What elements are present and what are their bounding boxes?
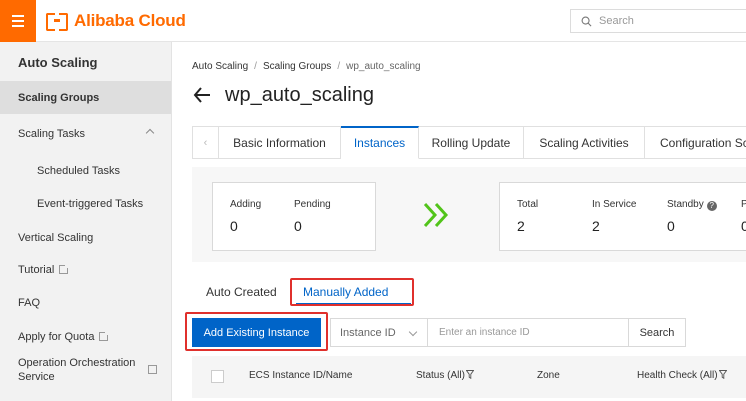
stat-value-total: 2	[517, 218, 525, 234]
chevron-up-icon	[145, 128, 155, 138]
sidebar-item-label: Scheduled Tasks	[37, 164, 120, 177]
column-header-label: Status (All)	[416, 370, 465, 381]
global-search-input[interactable]: Search	[570, 9, 746, 33]
tab-label: Configuration Sc	[660, 135, 746, 150]
sidebar-item-label: Event-triggered Tasks	[37, 197, 144, 210]
instance-stats-panel: Adding 0 Pending 0 Total 2 In Service 2 …	[192, 167, 746, 262]
breadcrumb-current: wp_auto_scaling	[346, 61, 421, 72]
sidebar-item-vertical-scaling[interactable]: Vertical Scaling	[0, 221, 171, 254]
sidebar-title: Auto Scaling	[18, 55, 98, 70]
column-header-status[interactable]: Status (All)	[416, 370, 474, 381]
tab-instances[interactable]: Instances	[341, 126, 419, 159]
sidebar-item-operation-orchestration[interactable]: Operation Orchestration Service	[18, 356, 143, 384]
search-icon	[581, 16, 592, 26]
help-icon[interactable]: ?	[706, 201, 717, 211]
back-arrow-icon[interactable]	[193, 85, 211, 105]
stat-value-truncated: 0	[741, 218, 746, 234]
tab-basic-information[interactable]: Basic Information	[219, 126, 341, 159]
tab-scroll-left-button[interactable]: ‹	[192, 126, 219, 159]
stat-value-in-service: 2	[592, 218, 600, 234]
table-header: ECS Instance ID/Name Status (All) Zone H…	[192, 356, 746, 398]
sidebar-item-scaling-groups[interactable]: Scaling Groups	[0, 81, 171, 114]
stat-group-service: Total 2 In Service 2 Standby? 0 P 0	[499, 182, 746, 251]
breadcrumb-separator: /	[254, 61, 257, 72]
breadcrumb-separator: /	[337, 61, 341, 72]
sidebar-item-scaling-tasks[interactable]: Scaling Tasks	[0, 117, 171, 150]
stat-value-standby: 0	[667, 218, 675, 234]
breadcrumb-auto-scaling[interactable]: Auto Scaling	[192, 61, 248, 72]
filter-icon[interactable]	[718, 370, 727, 379]
select-all-checkbox[interactable]	[211, 370, 224, 383]
tab-label: Basic Information	[233, 135, 326, 150]
column-header-health-check[interactable]: Health Check (All)	[637, 370, 727, 381]
sidebar-item-label: Scaling Tasks	[18, 127, 86, 140]
sidebar-item-label: FAQ	[18, 296, 41, 309]
stat-value-adding: 0	[230, 218, 238, 234]
chevron-down-icon	[408, 327, 418, 337]
sidebar-item-label: Scaling Groups	[18, 91, 100, 104]
stat-label-total: Total	[517, 199, 539, 210]
sidebar-item-event-triggered-tasks[interactable]: Event-triggered Tasks	[0, 187, 171, 220]
top-navbar: Alibaba Cloud Search	[0, 0, 746, 42]
tab-label: Rolling Update	[431, 135, 511, 150]
tab-rolling-update[interactable]: Rolling Update	[419, 126, 524, 159]
stat-label-truncated: P	[741, 199, 746, 210]
sidebar-item-label: Tutorial	[18, 263, 55, 276]
tab-scaling-activities[interactable]: Scaling Activities	[524, 126, 645, 159]
column-header-label: Health Check (All)	[637, 370, 718, 381]
breadcrumb: Auto Scaling / Scaling Groups / wp_auto_…	[192, 61, 421, 72]
column-header-instance: ECS Instance ID/Name	[249, 370, 353, 381]
tab-label: Instances	[353, 136, 406, 150]
external-link-icon	[148, 365, 157, 374]
stat-group-pending: Adding 0 Pending 0	[212, 182, 376, 251]
select-value: Instance ID	[340, 326, 396, 339]
highlight-box-add-instance	[185, 312, 328, 351]
page-title: wp_auto_scaling	[225, 84, 374, 106]
search-field-select[interactable]: Instance ID	[330, 318, 428, 347]
stat-label-standby: Standby?	[667, 199, 717, 211]
stat-value-pending: 0	[294, 218, 302, 234]
brand-logo[interactable]: Alibaba Cloud	[46, 10, 186, 32]
subtab-auto-created[interactable]: Auto Created	[206, 285, 277, 299]
sidebar-item-label: Vertical Scaling	[18, 231, 94, 244]
hamburger-menu-icon[interactable]	[0, 0, 36, 42]
stat-label-pending: Pending	[294, 199, 331, 210]
stat-label-in-service: In Service	[592, 199, 637, 210]
brand-name: Alibaba Cloud	[74, 11, 186, 30]
sidebar-item-faq[interactable]: FAQ	[0, 286, 171, 319]
sidebar-item-scheduled-tasks[interactable]: Scheduled Tasks	[0, 154, 171, 187]
double-chevron-right-icon	[423, 202, 449, 228]
sidebar-item-tutorial[interactable]: Tutorial	[0, 253, 171, 286]
highlight-box-manually-added	[290, 278, 414, 306]
sidebar: Auto Scaling Scaling Groups Scaling Task…	[0, 42, 172, 401]
tab-label: Scaling Activities	[539, 135, 629, 150]
column-header-zone: Zone	[537, 370, 560, 381]
search-button[interactable]: Search	[628, 318, 686, 347]
sidebar-item-apply-for-quota[interactable]: Apply for Quota	[0, 320, 171, 353]
stat-label-standby-text: Standby	[667, 199, 704, 210]
breadcrumb-scaling-groups[interactable]: Scaling Groups	[263, 61, 331, 72]
alibaba-cloud-logo-icon	[46, 13, 68, 31]
tab-configuration[interactable]: Configuration Sc	[645, 126, 746, 159]
external-link-icon	[59, 264, 70, 274]
sidebar-item-label: Operation Orchestration Service	[18, 357, 136, 383]
external-link-icon	[99, 331, 110, 341]
filter-icon[interactable]	[465, 370, 474, 379]
instance-id-input[interactable]: Enter an instance ID	[427, 318, 629, 347]
search-placeholder: Search	[599, 15, 634, 27]
stat-label-adding: Adding	[230, 199, 262, 210]
tab-bar: ‹ Basic Information Instances Rolling Up…	[192, 126, 746, 159]
sidebar-item-label: Apply for Quota	[18, 330, 95, 343]
